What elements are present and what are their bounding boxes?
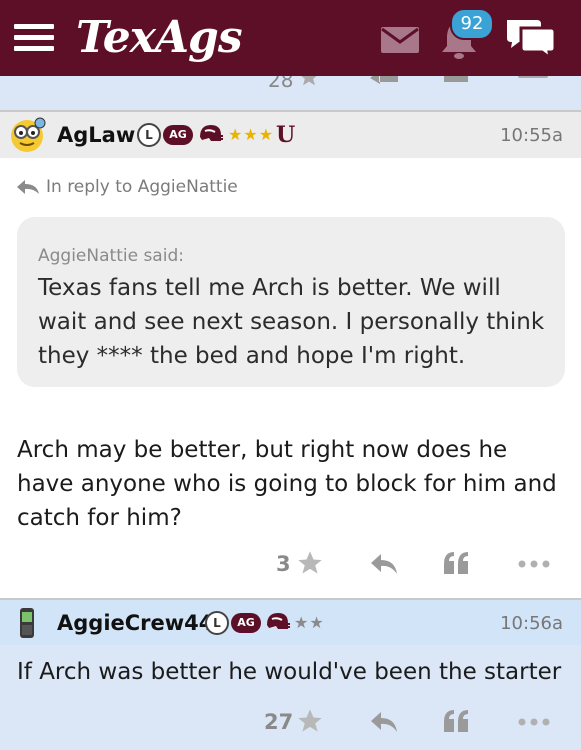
user-avatar-icon[interactable]: [8, 116, 46, 154]
post-body: If Arch was better he would've been the …: [17, 659, 562, 685]
more-options-icon[interactable]: [518, 560, 550, 568]
quote-author[interactable]: AggieNattie said:: [38, 245, 184, 267]
reply-icon[interactable]: [369, 710, 399, 734]
quote-icon[interactable]: [442, 708, 470, 734]
username[interactable]: AggieCrew44: [57, 610, 213, 636]
rating-stars: ★★★: [228, 125, 275, 144]
post-header: AggieCrew44 L AG ★★ 10:56a: [0, 600, 581, 646]
menu-icon[interactable]: [14, 24, 54, 52]
post-actions: 3: [0, 546, 581, 586]
previous-like-count: 28: [268, 76, 294, 92]
reply-to-text: In reply to AggieNattie: [46, 177, 238, 197]
quoted-post: AggieNattie said: Texas fans tell me Arc…: [17, 217, 565, 387]
post-time[interactable]: 10:55a: [500, 124, 563, 148]
like-count: 27: [264, 710, 294, 734]
notification-count-badge[interactable]: 92: [450, 8, 494, 40]
post-header: AgLaw L AG ★★★ U 10:55a: [0, 112, 581, 158]
rating-stars: ★★: [294, 613, 325, 632]
reply-icon[interactable]: [369, 552, 399, 576]
more-options-icon[interactable]: [518, 76, 548, 78]
ag-badge: AG: [163, 125, 193, 145]
post-body: Arch may be better, but right now does h…: [17, 437, 557, 531]
helmet-icon: [267, 613, 290, 629]
star-icon[interactable]: [298, 76, 320, 88]
top-navigation-bar: TexAgs 92: [0, 0, 581, 76]
star-icon[interactable]: [296, 707, 324, 735]
more-options-icon[interactable]: [518, 718, 550, 726]
site-logo[interactable]: TexAgs: [76, 10, 243, 66]
ag-badge: AG: [231, 613, 261, 633]
post-time[interactable]: 10:56a: [500, 612, 563, 636]
star-icon[interactable]: [296, 549, 324, 577]
lifetime-badge: L: [137, 123, 161, 147]
user-avatar-icon[interactable]: [14, 606, 40, 640]
username[interactable]: AgLaw: [57, 122, 135, 148]
ut-badge: U: [276, 122, 296, 148]
in-reply-to-link[interactable]: In reply to AggieNattie: [16, 176, 238, 198]
chat-bubbles-icon[interactable]: [503, 16, 559, 60]
post-actions: 27: [0, 704, 581, 744]
like-count: 3: [276, 552, 291, 576]
previous-post-actions: 28: [0, 76, 581, 110]
quote-icon[interactable]: [444, 76, 468, 82]
reply-icon[interactable]: [370, 76, 398, 84]
quote-text: Texas fans tell me Arch is better. We wi…: [38, 275, 545, 369]
quote-icon[interactable]: [442, 550, 470, 576]
mail-icon[interactable]: [380, 26, 420, 54]
helmet-icon: [200, 125, 223, 141]
reply-arrow-icon: [17, 180, 39, 194]
lifetime-badge: L: [205, 611, 229, 635]
